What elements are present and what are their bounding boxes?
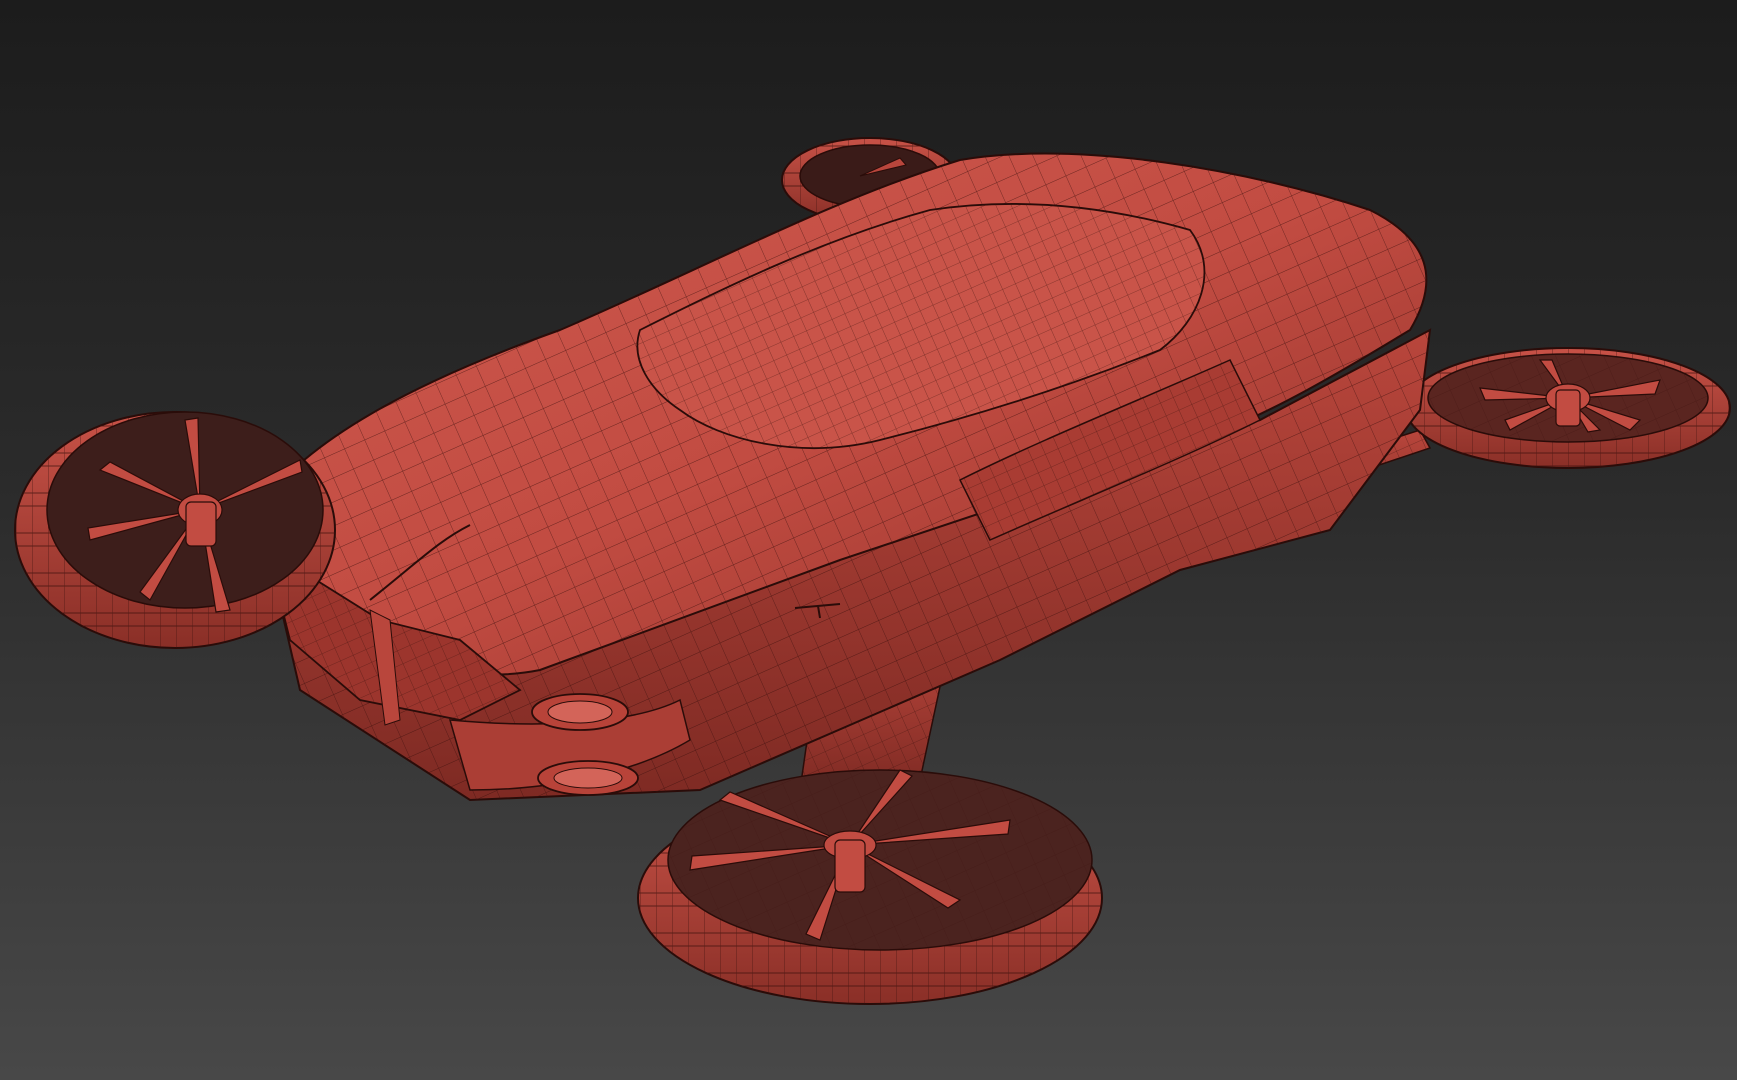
rotor-front-left[interactable] — [14, 411, 336, 649]
rotor-right[interactable] — [1405, 347, 1731, 469]
3d-viewport[interactable] — [0, 0, 1737, 1080]
scene-canvas[interactable] — [0, 0, 1737, 1080]
car-body[interactable] — [248, 152, 1432, 802]
rotor-front-bottom[interactable] — [637, 769, 1103, 1005]
